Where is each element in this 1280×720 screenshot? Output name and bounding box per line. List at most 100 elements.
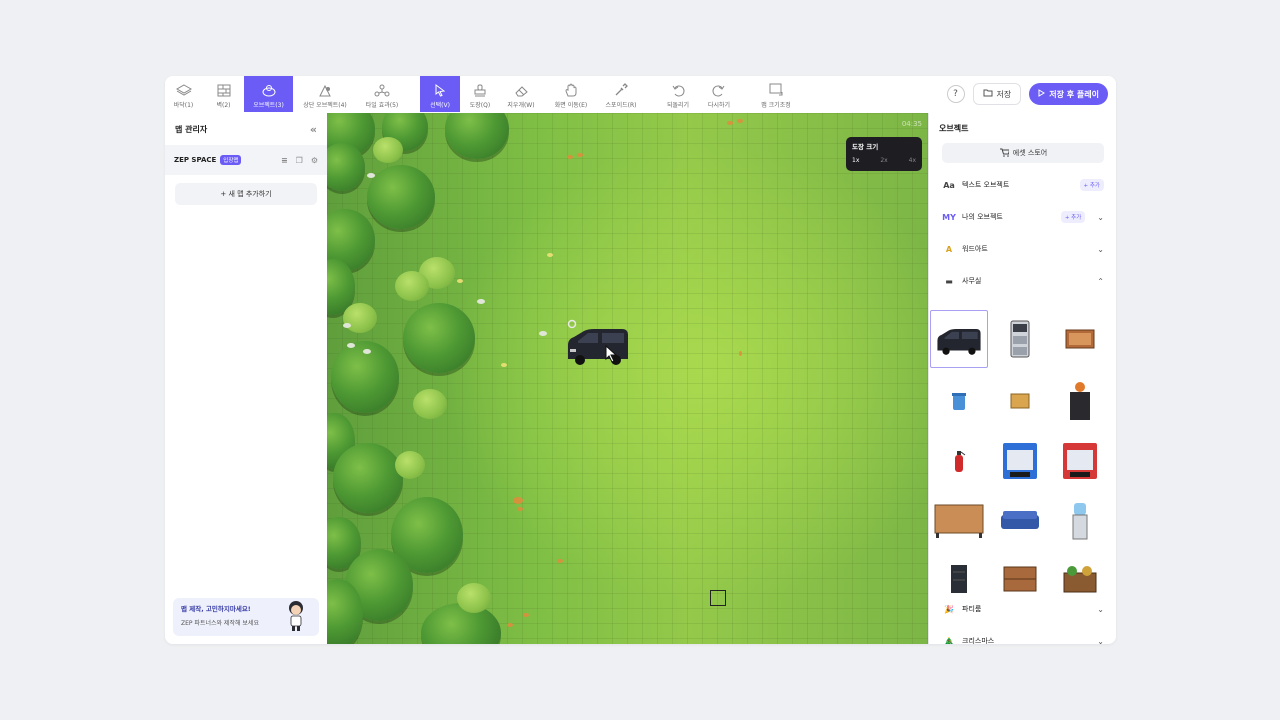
fallen-leaf [737,119,743,123]
fallen-leaf [507,623,513,627]
object-fire-extinguisher[interactable] [930,432,988,490]
undo-icon [670,83,686,97]
rock [367,173,375,178]
object-vending-machine-red[interactable] [1051,432,1109,490]
fallen-leaf [567,155,573,159]
party-room-icon: 🎉 [944,604,954,614]
mouse-cursor [605,345,618,363]
toolbar-actions: ? 저장 저장 후 플레이 [946,83,1108,105]
chevron-up-icon[interactable]: ⌃ [1097,277,1104,286]
my-object-icon: MY [942,212,956,222]
fallen-leaf [517,507,523,511]
fallen-leaf [557,559,563,563]
stamp-size-2x[interactable]: 2x [880,157,887,164]
gear-icon[interactable]: ⚙ [311,156,318,165]
tool-eyedropper[interactable]: 스포이드(R) [598,76,644,112]
tool-object[interactable]: 오브젝트(3) [244,76,293,112]
entry-map-badge: 입장맵 [220,155,242,165]
object-icon [261,83,277,97]
object-bulletin-board[interactable] [1051,310,1109,368]
chevron-down-icon[interactable]: ⌄ [1097,605,1104,614]
tool-top-object[interactable]: 상단 오브젝트(4) [296,76,354,112]
category-office[interactable]: ▬ 사무실 ⌃ [929,265,1116,297]
tool-eraser[interactable]: 지우개(W) [501,76,541,112]
fallen-leaf [727,121,733,125]
map-manager-panel: 맵 관리자 « ZEP SPACE 입장맵 ≡ ❐ ⚙ + 새 맵 추가하기 맵… [165,113,328,644]
tool-redo[interactable]: 다시하기 [702,76,736,112]
add-my-object-button[interactable]: + 추가 [1060,211,1086,223]
menu-icon[interactable]: ≡ [281,156,288,165]
tool-resize[interactable]: 맵 크기조정 [755,76,797,112]
tool-floor[interactable]: 바닥(1) [165,76,202,112]
map-canvas[interactable]: 04:35 도장 크기 1x 2x 4x [327,113,928,644]
category-christmas[interactable]: 🎄 크리스마스 ⌄ [929,625,1116,645]
christmas-icon: 🎄 [944,636,954,645]
object-van[interactable] [930,310,988,368]
folder-icon [983,89,993,99]
object-sofa[interactable] [991,492,1049,550]
top-object-icon [317,83,333,97]
hand-icon [563,83,579,97]
object-printer[interactable] [991,310,1049,368]
save-and-play-label: 저장 후 플레이 [1049,89,1099,99]
tool-undo[interactable]: 되돌리기 [661,76,695,112]
object-water-dispenser[interactable] [1051,492,1109,550]
save-and-play-button[interactable]: 저장 후 플레이 [1029,83,1108,105]
redo-icon [711,83,727,97]
object-panel-title: 오브젝트 [939,123,969,133]
tool-select[interactable]: 선택(V) [420,76,460,112]
tool-stamp[interactable]: 도장(Q) [463,76,497,112]
object-trash-bin[interactable] [930,372,988,430]
partners-promo-banner[interactable]: 맵 제작, 고민하지마세요! ZEP 파트너스와 제작해 보세요 [173,598,319,636]
tool-hand[interactable]: 화면 이동(E) [547,76,595,112]
text-object-icon: Aa [943,180,955,190]
rock [343,323,351,328]
save-button[interactable]: 저장 [972,83,1022,105]
object-vending-kiosk[interactable] [1051,372,1109,430]
wall-icon [216,83,232,97]
category-label: 워드아트 [962,245,988,253]
category-label: 크리스마스 [962,637,995,644]
tree [333,443,403,513]
collapse-icon[interactable]: « [310,123,317,136]
category-party-room[interactable]: 🎉 파티룸 ⌄ [929,593,1116,625]
help-button[interactable]: ? [946,85,965,103]
bush [373,137,403,163]
tool-wall[interactable]: 벽(2) [205,76,242,112]
category-text-object[interactable]: Aa 텍스트 오브젝트 + 추가 [929,169,1116,201]
object-panel: 오브젝트 에셋 스토어 Aa 텍스트 오브젝트 + 추가 MY 나의 오브젝트 … [928,113,1116,644]
stamp-size-1x[interactable]: 1x [852,157,859,164]
bush [395,271,429,301]
object-box[interactable] [991,372,1049,430]
tool-label: 오브젝트(3) [253,102,284,109]
bush [413,389,447,419]
category-wordart[interactable]: A 워드아트 ⌄ [929,233,1116,265]
fallen-leaf [523,613,529,617]
eyedropper-icon [613,83,629,97]
stamp-size-4x[interactable]: 4x [909,157,916,164]
play-icon [1038,89,1046,99]
chevron-down-icon[interactable]: ⌄ [1097,213,1104,222]
chevron-down-icon[interactable]: ⌄ [1097,245,1104,254]
asset-store-button[interactable]: 에셋 스토어 [942,143,1104,163]
add-map-button[interactable]: + 새 맵 추가하기 [175,183,317,205]
object-wooden-desk[interactable] [930,492,988,550]
tool-label: 화면 이동(E) [554,102,588,109]
bush [395,451,425,479]
tool-label: 스포이드(R) [605,102,637,109]
panel-title: 맵 관리자 [175,124,208,134]
tool-label: 상단 오브젝트(4) [303,102,347,109]
map-timer: 04:35 [901,120,922,128]
bush [457,583,491,613]
stamp-size-title: 도장 크기 [852,143,879,151]
space-item[interactable]: ZEP SPACE 입장맵 ≡ ❐ ⚙ [165,145,327,175]
object-vending-machine-blue[interactable] [991,432,1049,490]
tool-tile-effect[interactable]: 타일 효과(5) [357,76,407,112]
add-text-object-button[interactable]: + 추가 [1079,179,1104,191]
chevron-down-icon[interactable]: ⌄ [1097,637,1104,645]
tree [367,165,435,229]
placed-van-object[interactable] [566,319,630,367]
copy-icon[interactable]: ❐ [296,156,303,165]
category-my-object[interactable]: MY 나의 오브젝트 + 추가 ⌄ [929,201,1116,233]
tool-label: 도장(Q) [469,102,491,109]
